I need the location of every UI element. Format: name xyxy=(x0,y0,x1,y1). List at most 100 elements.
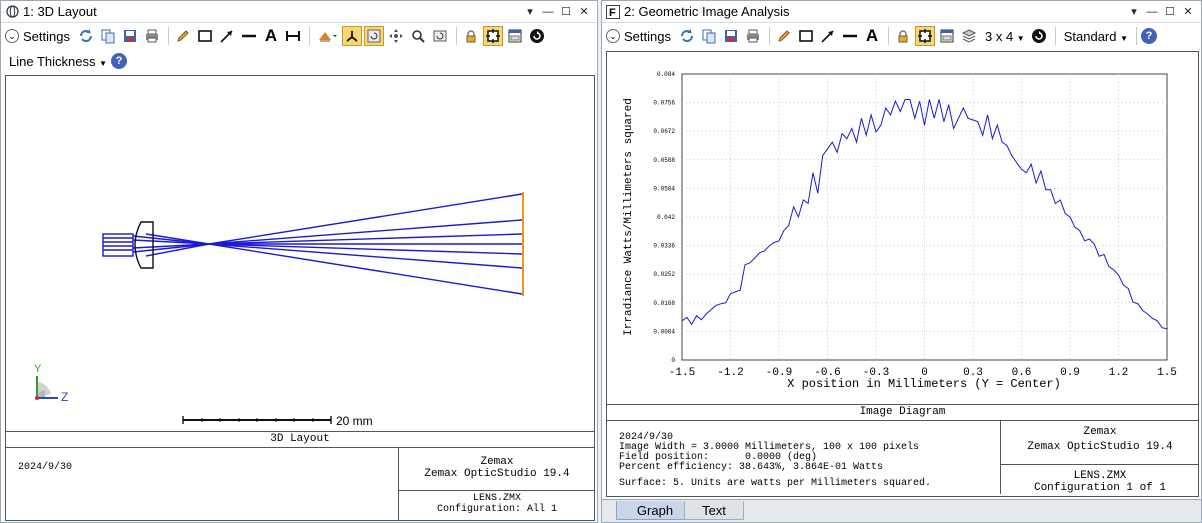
help-icon[interactable]: ? xyxy=(1141,28,1158,44)
lock-icon[interactable] xyxy=(461,26,481,46)
layout-canvas: Y Z 20 mm 3D Layout 2024/9/30 Zemax Zema… xyxy=(5,75,595,521)
analysis-footer-brand: Zemax xyxy=(1083,426,1117,438)
standard-dropdown[interactable]: Standard ▼ xyxy=(1064,29,1128,44)
text-icon[interactable]: A xyxy=(862,26,882,46)
analysis-footer-product: Zemax OpticStudio 19.4 xyxy=(1027,441,1173,453)
layout-footer-file: LENS.ZMX xyxy=(472,493,521,504)
tab-graph[interactable]: Graph xyxy=(616,501,694,520)
toolbar-divider xyxy=(308,27,310,45)
toolbar-divider xyxy=(768,27,770,45)
settings-button[interactable]: ⌄ Settings xyxy=(606,29,671,44)
y-tick-label: 0.042 xyxy=(657,214,675,221)
y-axis-label: Irradiance Watts/Millimeters squared xyxy=(623,98,635,336)
layout-titlebar: 1: 3D Layout ▾ — ☐ ✕ xyxy=(1,1,597,23)
analysis-footer-brand-box: Zemax Zemax OpticStudio 19.4 xyxy=(1000,421,1199,465)
x-tick-label: -1.2 xyxy=(717,367,743,379)
line-icon[interactable] xyxy=(239,26,259,46)
axis-triad xyxy=(35,376,58,400)
axis-z-label: Z xyxy=(61,390,68,404)
rectangle-icon[interactable] xyxy=(195,26,215,46)
layout-window-title: 1: 3D Layout xyxy=(23,4,97,19)
fit-icon[interactable] xyxy=(482,26,503,46)
help-icon[interactable]: ? xyxy=(111,53,128,69)
analysis-footer-text: 2024/9/30 Image Width = 3.0000 Millimete… xyxy=(619,433,931,489)
pencil-icon[interactable] xyxy=(173,26,193,46)
dropdown-arrow-icon: ▼ xyxy=(1120,33,1129,43)
lock-icon[interactable] xyxy=(893,26,913,46)
close-icon[interactable]: ✕ xyxy=(575,5,593,18)
save-icon[interactable] xyxy=(120,26,140,46)
line-thickness-label: Line Thickness xyxy=(9,53,96,69)
copy-icon[interactable] xyxy=(699,26,719,46)
window-options-icon[interactable] xyxy=(505,26,525,46)
auto-update-icon[interactable] xyxy=(527,26,547,46)
settings-label: Settings xyxy=(23,28,70,44)
text-icon[interactable]: A xyxy=(261,26,281,46)
layers-icon[interactable] xyxy=(959,26,979,46)
standard-label: Standard xyxy=(1063,28,1117,44)
auto-rotate-icon[interactable] xyxy=(363,26,384,46)
image-analysis-window: F 2: Geometric Image Analysis ▾ — ☐ ✕ ⌄ S… xyxy=(601,0,1202,523)
pan-icon[interactable] xyxy=(386,26,406,46)
analysis-footer-file-box: LENS.ZMX Configuration 1 of 1 xyxy=(1000,464,1199,494)
irradiance-chart: 0 0.0084 0.0168 0.0252 0.0336 0.042 0.0504 0.05… xyxy=(623,71,1177,391)
y-tick-label: 0 xyxy=(671,357,675,364)
rectangle-icon[interactable] xyxy=(796,26,816,46)
print-icon[interactable] xyxy=(142,26,162,46)
save-icon[interactable] xyxy=(721,26,741,46)
toolbar-divider xyxy=(167,27,169,45)
settings-label: Settings xyxy=(624,28,671,44)
svg-text:F: F xyxy=(609,7,616,19)
window-menu-icon[interactable]: ▾ xyxy=(521,5,539,18)
maximize-icon[interactable]: ☐ xyxy=(557,5,575,18)
rotate-view-icon[interactable] xyxy=(314,26,340,46)
auto-update-icon[interactable] xyxy=(1029,26,1049,46)
layout-footer-title: 3D Layout xyxy=(6,432,594,448)
analysis-footer-title: Image Diagram xyxy=(607,405,1198,421)
layout-toolbar-row2: Line Thickness ▼ ? xyxy=(1,49,597,73)
copy-icon[interactable] xyxy=(98,26,118,46)
x-axis-label: X position in Millimeters (Y = Center) xyxy=(787,377,1061,391)
minimize-icon[interactable]: — xyxy=(1143,6,1161,18)
layout-window-icon xyxy=(5,5,19,19)
zoom-icon[interactable] xyxy=(408,26,428,46)
y-tick-label: 0.0336 xyxy=(653,243,675,250)
axes-icon[interactable] xyxy=(341,26,362,46)
layout-footer-date: 2024/9/30 xyxy=(18,462,73,473)
refresh-icon[interactable] xyxy=(677,26,697,46)
pencil-icon[interactable] xyxy=(774,26,794,46)
arrow-icon[interactable] xyxy=(818,26,838,46)
tab-text[interactable]: Text xyxy=(684,501,744,520)
analysis-titlebar: F 2: Geometric Image Analysis ▾ — ☐ ✕ xyxy=(602,1,1201,23)
reset-view-icon[interactable] xyxy=(430,26,450,46)
x-tick-label: -1.5 xyxy=(669,367,695,379)
analysis-canvas: 0 0.0084 0.0168 0.0252 0.0336 0.042 0.0504 0.05… xyxy=(606,51,1199,497)
layout-grid-label: 3 x 4 xyxy=(984,28,1014,44)
close-icon[interactable]: ✕ xyxy=(1179,5,1197,18)
fit-icon[interactable] xyxy=(914,26,935,46)
layout-footer: 3D Layout 2024/9/30 Zemax Zemax OpticStu… xyxy=(6,431,595,521)
layout-footer-brand: Zemax xyxy=(480,456,514,468)
refresh-icon[interactable] xyxy=(76,26,96,46)
toolbar-divider xyxy=(1054,27,1056,45)
analysis-footer: Image Diagram 2024/9/30 Image Width = 3.… xyxy=(607,404,1199,497)
maximize-icon[interactable]: ☐ xyxy=(1161,5,1179,18)
arrow-icon[interactable] xyxy=(217,26,237,46)
lens-drawing: Y Z 20 mm xyxy=(34,192,524,428)
layout-grid-dropdown[interactable]: 3 x 4 ▼ xyxy=(985,29,1025,44)
minimize-icon[interactable]: — xyxy=(539,6,557,18)
window-options-icon[interactable] xyxy=(937,26,957,46)
window-menu-icon[interactable]: ▾ xyxy=(1125,5,1143,18)
dropdown-arrow-icon: ▼ xyxy=(1016,33,1025,43)
dimension-icon[interactable] xyxy=(283,26,303,46)
layout-toolbar: ⌄ Settings A xyxy=(1,23,597,49)
analysis-footer-surface: Surface: 5. Units are watts per Millimet… xyxy=(619,478,932,489)
print-icon[interactable] xyxy=(743,26,763,46)
y-tick-label: 0.0252 xyxy=(653,271,675,278)
scale-label: 20 mm xyxy=(336,414,373,428)
settings-button[interactable]: ⌄ Settings xyxy=(5,29,70,44)
line-icon[interactable] xyxy=(840,26,860,46)
line-thickness-dropdown[interactable]: Line Thickness ▼ xyxy=(9,54,107,69)
analysis-window-icon: F xyxy=(606,4,620,19)
analysis-toolbar: ⌄ Settings A 3 x 4 ▼ Standard ▼ ? xyxy=(602,23,1201,49)
